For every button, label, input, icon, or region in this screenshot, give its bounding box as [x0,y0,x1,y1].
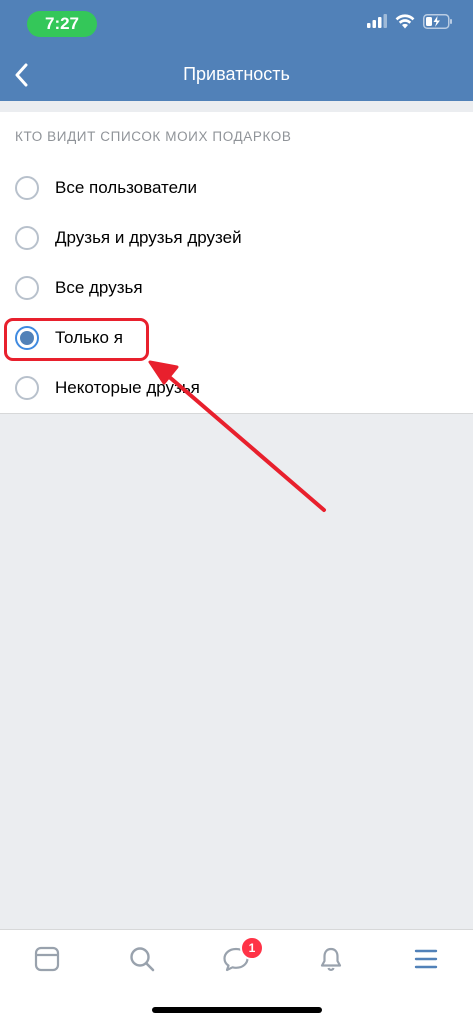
tab-notifications[interactable] [311,942,351,976]
battery-charging-icon [423,14,452,29]
notifications-icon [320,947,342,971]
status-time: 7:27 [27,11,97,37]
radio-unchecked-icon[interactable] [15,226,39,250]
option-label: Друзья и друзья друзей [55,228,242,247]
home-indicator[interactable] [152,1007,322,1013]
wifi-icon [395,14,415,29]
option-label: Только я [55,328,123,347]
section-header: КТО ВИДИТ СПИСОК МОИХ ПОДАРКОВ [15,129,292,144]
radio-unchecked-icon[interactable] [15,276,39,300]
newsfeed-icon [34,946,60,972]
option-all-friends[interactable]: Все друзья [0,263,473,313]
option-friends-of-friends[interactable]: Друзья и друзья друзей [0,213,473,263]
radio-unchecked-icon[interactable] [15,376,39,400]
option-all-users[interactable]: Все пользователи [0,163,473,213]
option-label: Некоторые друзья [55,378,200,397]
page-title: Приватность [183,64,290,84]
cellular-signal-icon [367,14,387,28]
option-label: Все пользователи [55,178,197,197]
nav-header: 7:27 Приватность [0,0,473,101]
radio-checked-icon[interactable] [15,326,39,350]
menu-icon [414,949,438,969]
option-some-friends[interactable]: Некоторые друзья [0,363,473,413]
messages-badge: 1 [240,936,264,960]
option-label: Все друзья [55,278,143,297]
search-icon [130,947,155,972]
tab-newsfeed[interactable] [27,942,67,976]
tab-search[interactable] [122,942,162,976]
privacy-options-card: КТО ВИДИТ СПИСОК МОИХ ПОДАРКОВ Все польз… [0,112,473,414]
option-only-me[interactable]: Только я [0,313,473,363]
tab-menu[interactable] [406,942,446,976]
radio-unchecked-icon[interactable] [15,176,39,200]
